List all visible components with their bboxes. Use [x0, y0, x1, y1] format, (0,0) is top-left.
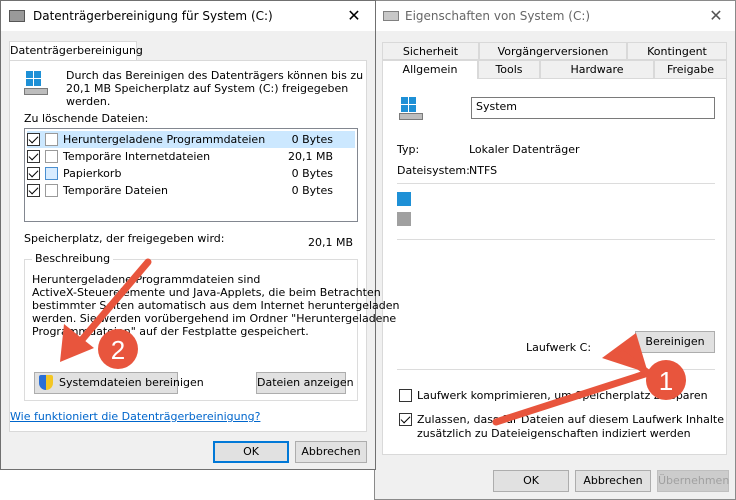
annotation-overlay: [60, 258, 686, 426]
marker-2-label: 2: [110, 335, 126, 365]
marker-1-label: 1: [658, 366, 674, 396]
arrow-1: [492, 333, 652, 426]
